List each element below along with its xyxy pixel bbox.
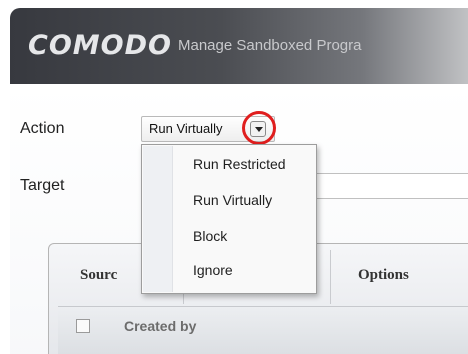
select-all-checkbox[interactable] bbox=[76, 319, 90, 333]
tab-divider bbox=[330, 250, 331, 304]
menu-item-run-virtually[interactable]: Run Virtually bbox=[193, 192, 272, 208]
tab-options[interactable]: Options bbox=[358, 267, 409, 284]
menu-item-run-restricted[interactable]: Run Restricted bbox=[193, 156, 286, 172]
column-created-by[interactable]: Created by bbox=[124, 318, 196, 334]
menu-item-ignore[interactable]: Ignore bbox=[193, 262, 233, 278]
tab-source[interactable]: Sourc bbox=[80, 267, 117, 284]
menu-item-block[interactable]: Block bbox=[193, 228, 227, 244]
brand-logo: COMODO bbox=[28, 30, 172, 61]
manage-sandboxed-window: COMODO Manage Sandboxed Progra Action Ru… bbox=[0, 0, 468, 354]
list-header bbox=[58, 306, 468, 354]
action-selected-value: Run Virtually bbox=[149, 121, 223, 136]
highlight-ring bbox=[242, 111, 276, 145]
action-label: Action bbox=[20, 120, 65, 137]
window-title: Manage Sandboxed Progra bbox=[178, 37, 362, 54]
target-label: Target bbox=[20, 177, 65, 194]
menu-gutter bbox=[143, 146, 173, 292]
